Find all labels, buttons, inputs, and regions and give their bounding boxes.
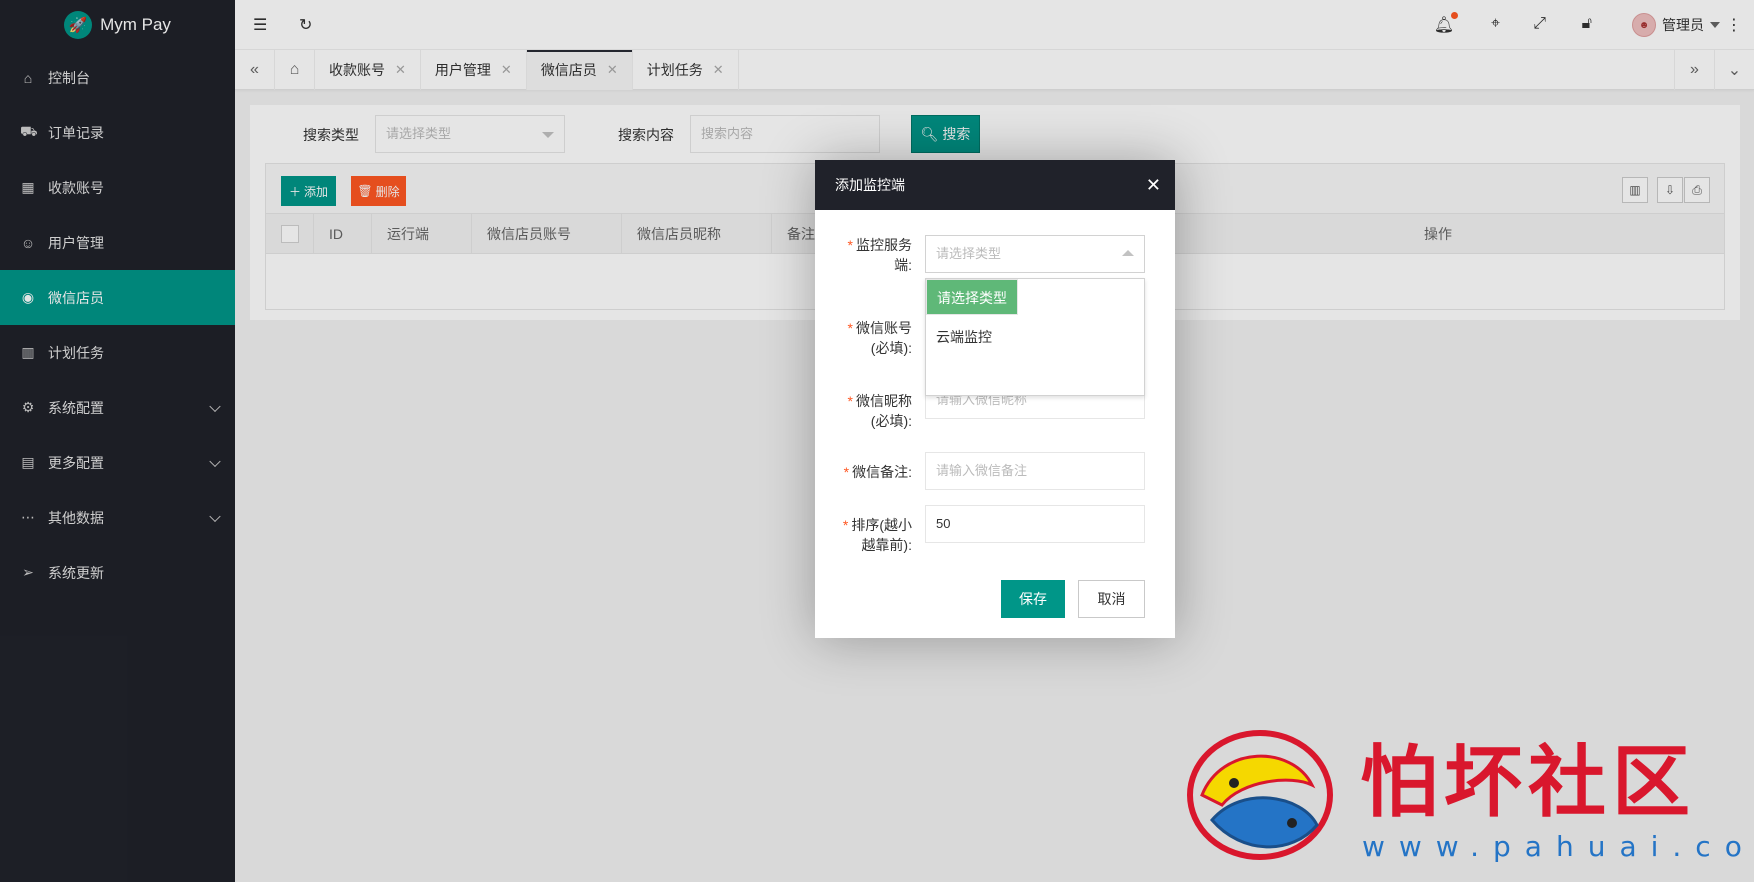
sort-label: * 排序(越小 越靠前): (842, 517, 912, 553)
server-select-placeholder: 请选择类型 (936, 246, 1002, 261)
save-button[interactable]: 保存 (1001, 580, 1065, 618)
remark-placeholder: 请输入微信备注 (936, 463, 1028, 478)
watermark: 怕坏社区 www.pahuai.com (1182, 720, 1754, 870)
account-label: * 微信账号 (必填): (847, 320, 912, 356)
server-select[interactable]: 请选择类型 (925, 235, 1145, 273)
watermark-title: 怕坏社区 (1360, 737, 1697, 828)
dialog-title: 添加监控端 (835, 177, 905, 193)
sort-value: 50 (936, 516, 951, 531)
fish-logo-icon (1187, 730, 1333, 860)
dropdown-option[interactable]: 云端监控 (926, 319, 1144, 355)
nickname-label: * 微信昵称 (必填): (847, 393, 912, 429)
add-monitor-dialog: 添加监控端 ✕ * 监控服务 端: 请选择类型 * 微信账号 (必填): * 微信昵称 (必… (815, 160, 1175, 638)
chevron-up-icon (1122, 250, 1134, 256)
sort-input[interactable]: 50 (925, 505, 1145, 543)
remark-input[interactable]: 请输入微信备注 (925, 452, 1145, 490)
server-dropdown: 请选择类型 PC监控 云端监控 (925, 278, 1145, 396)
dropdown-option[interactable]: 请选择类型 (926, 279, 1018, 315)
server-label: * 监控服务 端: (847, 237, 912, 273)
remark-label: * 微信备注: (843, 464, 912, 480)
watermark-url: www.pahuai.com (1362, 830, 1754, 863)
cancel-button[interactable]: 取消 (1078, 580, 1145, 618)
close-icon[interactable]: ✕ (1146, 160, 1161, 210)
dialog-header: 添加监控端 ✕ (815, 160, 1175, 210)
